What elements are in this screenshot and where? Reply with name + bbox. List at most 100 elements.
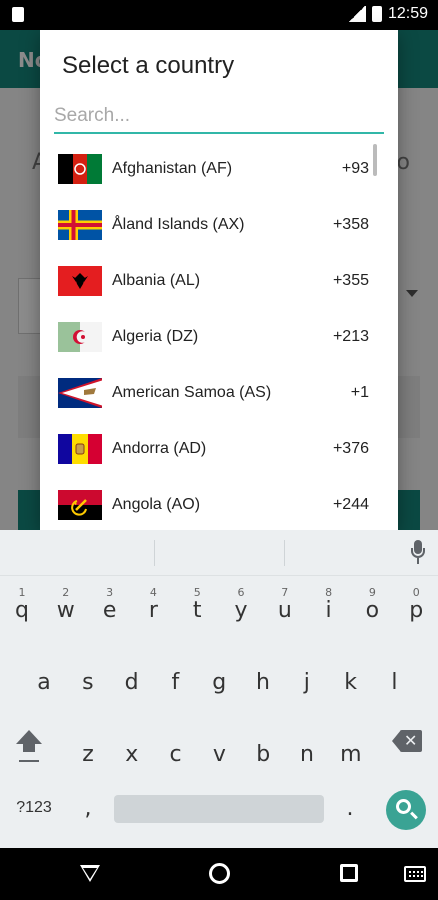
american-samoa-flag-icon	[58, 378, 102, 408]
microphone-icon[interactable]	[410, 540, 426, 566]
battery-icon	[371, 6, 382, 22]
key-j[interactable]: j	[285, 654, 329, 704]
key-m[interactable]: m	[329, 726, 373, 776]
key-f[interactable]: f	[153, 654, 197, 704]
country-row[interactable]: Åland Islands (AX) +358	[40, 198, 398, 254]
country-row[interactable]: Albania (AL) +355	[40, 254, 398, 310]
shift-key[interactable]	[14, 730, 46, 766]
dial-code: +93	[341, 160, 369, 177]
key-label: f	[171, 670, 180, 695]
key-label: a	[37, 670, 51, 695]
key-l[interactable]: l	[372, 654, 416, 704]
key-d[interactable]: d	[110, 654, 154, 704]
key-k[interactable]: k	[329, 654, 373, 704]
dial-code: +376	[332, 440, 369, 457]
country-row[interactable]: Andorra (AD) +376	[40, 422, 398, 478]
key-t[interactable]: 5t	[175, 582, 219, 632]
key-h[interactable]: h	[241, 654, 285, 704]
country-list: Afghanistan (AF) +93 Åland Islands (AX) …	[40, 142, 398, 530]
key-label: i	[325, 598, 332, 623]
country-name: Afghanistan (AF)	[112, 160, 233, 177]
status-time: 12:59	[387, 5, 428, 22]
key-label: m	[340, 742, 362, 767]
country-name: Åland Islands (AX)	[112, 216, 245, 233]
key-r[interactable]: 4r	[131, 582, 175, 632]
key-label: x	[125, 742, 139, 767]
key-y[interactable]: 6y	[219, 582, 263, 632]
key-label: j	[303, 670, 310, 695]
key-label: h	[256, 670, 270, 695]
key-x[interactable]: x	[110, 726, 154, 776]
comma-key[interactable]: ,	[76, 796, 100, 826]
key-v[interactable]: v	[197, 726, 241, 776]
key-o[interactable]: 9o	[350, 582, 394, 632]
key-e[interactable]: 3e	[88, 582, 132, 632]
key-label: v	[212, 742, 226, 767]
angola-flag-icon	[58, 490, 102, 520]
key-label: q	[15, 598, 29, 623]
soft-keyboard: 1q2w3e4r5t6y7u8i9o0p a s d f g h j k l z x c v b n m ✕…	[0, 530, 438, 848]
search-input[interactable]	[54, 102, 384, 134]
country-picker-dialog: Select a country Afghanistan (AF) +93	[40, 30, 398, 530]
key-a[interactable]: a	[22, 654, 66, 704]
key-label: b	[256, 742, 271, 767]
suggestion-divider	[154, 540, 155, 566]
country-row[interactable]: Algeria (DZ) +213	[40, 310, 398, 366]
key-label: e	[102, 598, 117, 623]
backspace-key[interactable]: ✕	[392, 730, 422, 752]
aland-islands-flag-icon	[58, 210, 102, 240]
search-icon	[396, 799, 411, 814]
key-label: d	[124, 670, 139, 695]
dial-code: +1	[350, 384, 369, 401]
country-name: American Samoa (AS)	[112, 384, 272, 401]
key-label: r	[148, 598, 158, 623]
key-q[interactable]: 1q	[0, 582, 44, 632]
notification-icon	[12, 7, 24, 22]
navigation-bar	[0, 848, 438, 900]
key-label: z	[82, 742, 94, 767]
suggestion-divider	[284, 540, 285, 566]
country-name: Algeria (DZ)	[112, 328, 199, 345]
symbols-key[interactable]: ?123	[10, 794, 58, 824]
status-bar: 12:59	[0, 0, 438, 30]
search-key[interactable]	[386, 790, 426, 830]
key-label: y	[234, 598, 248, 623]
key-label: g	[212, 670, 227, 695]
country-name: Albania (AL)	[112, 272, 201, 289]
dial-code: +213	[332, 328, 369, 345]
key-p[interactable]: 0p	[394, 582, 438, 632]
period-key[interactable]: .	[338, 796, 362, 826]
key-label: u	[277, 598, 292, 623]
key-u[interactable]: 7u	[263, 582, 307, 632]
key-z[interactable]: z	[66, 726, 110, 776]
suggestion-strip	[0, 530, 438, 576]
key-g[interactable]: g	[197, 654, 241, 704]
signal-icon	[347, 6, 366, 22]
recent-apps-icon[interactable]	[340, 864, 358, 882]
space-bar[interactable]	[114, 795, 324, 823]
country-row[interactable]: Angola (AO) +244	[40, 478, 398, 530]
afghanistan-flag-icon	[58, 154, 102, 184]
shift-icon	[16, 730, 42, 744]
key-label: k	[344, 670, 357, 695]
key-i[interactable]: 8i	[307, 582, 351, 632]
key-c[interactable]: c	[154, 726, 198, 776]
key-s[interactable]: s	[66, 654, 110, 704]
home-icon[interactable]	[209, 863, 230, 884]
key-b[interactable]: b	[241, 726, 285, 776]
key-n[interactable]: n	[285, 726, 329, 776]
keyboard-switch-icon[interactable]	[404, 866, 426, 882]
algeria-flag-icon	[58, 322, 102, 352]
key-label: c	[169, 742, 182, 767]
key-label: n	[300, 742, 314, 767]
key-label: l	[391, 670, 398, 695]
key-label: s	[82, 670, 94, 695]
andorra-flag-icon	[58, 434, 102, 464]
country-row[interactable]: Afghanistan (AF) +93	[40, 142, 398, 198]
dial-code: +355	[332, 272, 369, 289]
dial-code: +244	[332, 496, 369, 513]
country-name: Angola (AO)	[112, 496, 201, 513]
key-w[interactable]: 2w	[44, 582, 88, 632]
country-row[interactable]: American Samoa (AS) +1	[40, 366, 398, 422]
albania-flag-icon	[58, 266, 102, 296]
